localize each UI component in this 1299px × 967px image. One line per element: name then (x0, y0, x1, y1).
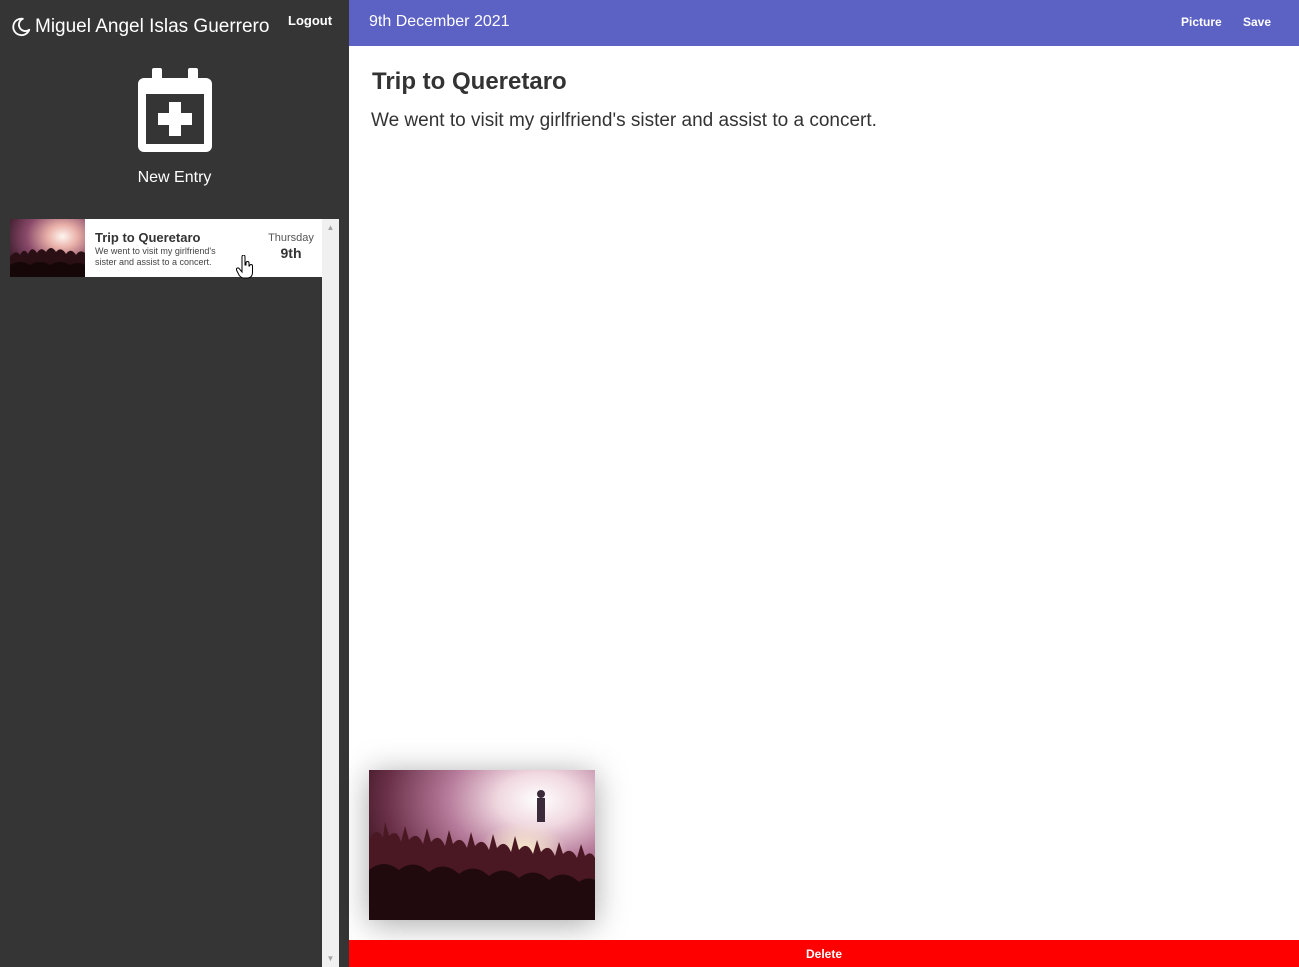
new-entry-label: New Entry (137, 169, 212, 186)
scroll-down-icon[interactable]: ▼ (322, 950, 339, 967)
topbar: 9th December 2021 Picture Save (349, 0, 1299, 46)
entry-title-input[interactable]: Trip to Queretaro (372, 68, 567, 96)
entry-weekday: Thursday (268, 232, 314, 244)
user-name: Miguel Angel Islas Guerrero (35, 16, 270, 37)
entry-snippet: We went to visit my girlfriend's sister … (95, 246, 216, 267)
entry-text: Trip to Queretaro We went to visit my gi… (85, 219, 260, 277)
calendar-plus-icon (137, 68, 212, 152)
list-item[interactable]: Trip to Queretaro We went to visit my gi… (10, 219, 322, 277)
moon-icon[interactable] (10, 16, 32, 38)
attached-photo (369, 770, 595, 920)
entry-day: 9th (280, 245, 302, 261)
picture-button[interactable]: Picture (1181, 15, 1222, 29)
journal-app: Miguel Angel Islas Guerrero Logout New E… (0, 0, 1299, 967)
entry-body-input[interactable]: We went to visit my girlfriend's sister … (371, 110, 877, 132)
scrollbar[interactable]: ▲ ▼ (322, 219, 339, 967)
entry-date-heading: 9th December 2021 (369, 13, 510, 30)
scroll-up-icon[interactable]: ▲ (322, 219, 339, 236)
delete-button[interactable]: Delete (349, 940, 1299, 967)
entry-date: Thursday 9th (260, 219, 322, 277)
user-header: Miguel Angel Islas Guerrero (10, 16, 269, 38)
entry-thumbnail (10, 219, 85, 277)
entry-list: Trip to Queretaro We went to visit my gi… (10, 219, 322, 967)
new-entry-button[interactable]: New Entry (0, 68, 349, 187)
sidebar: Miguel Angel Islas Guerrero Logout New E… (0, 0, 349, 967)
logout-button[interactable]: Logout (288, 13, 332, 28)
entry-title: Trip to Queretaro (95, 230, 201, 245)
save-button[interactable]: Save (1243, 15, 1271, 29)
